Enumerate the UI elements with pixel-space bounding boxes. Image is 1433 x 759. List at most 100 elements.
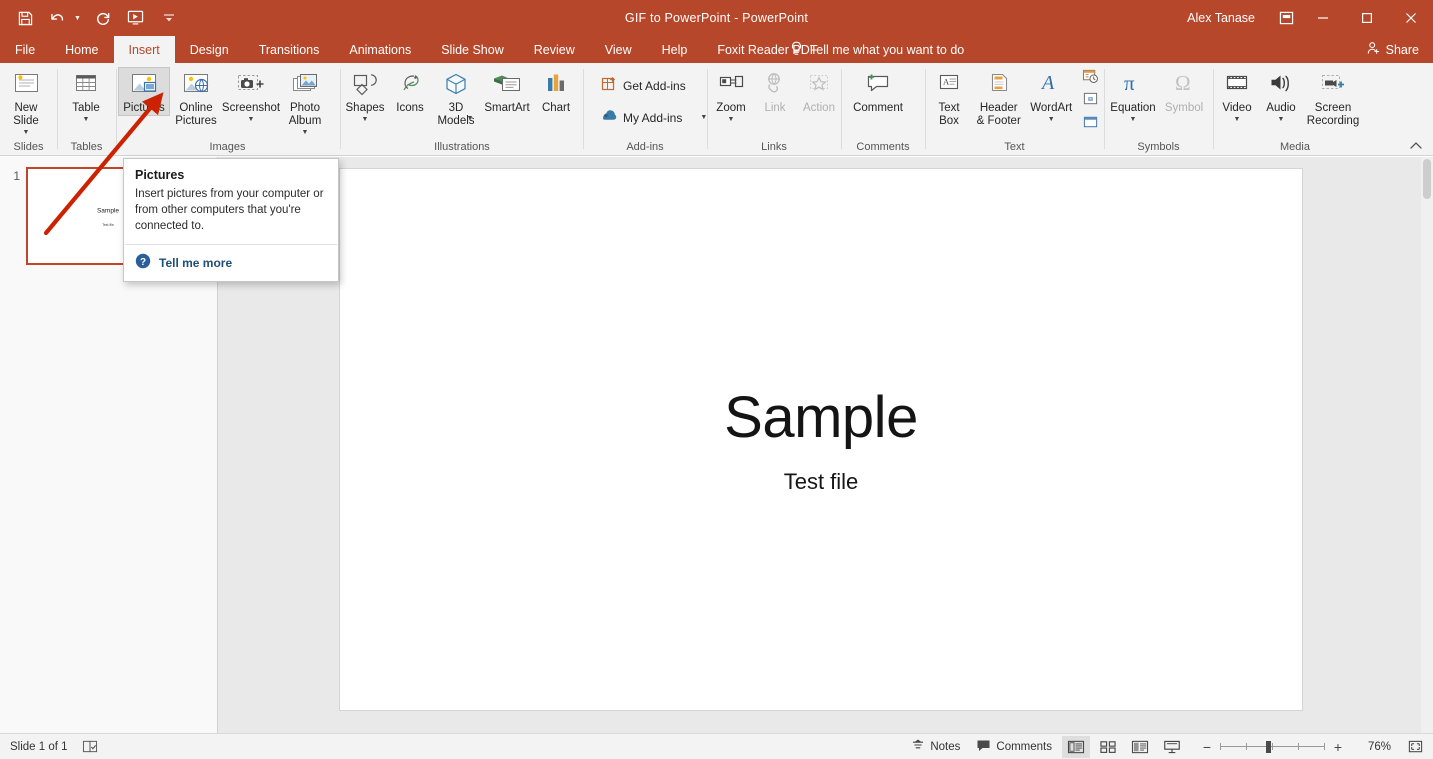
video-button[interactable]: Video ▼: [1215, 67, 1259, 124]
slide-sorter-view-button[interactable]: [1094, 736, 1122, 758]
tab-insert[interactable]: Insert: [113, 36, 175, 63]
group-label-comments: Comments: [856, 141, 910, 153]
accessibility-checker-icon[interactable]: [82, 739, 98, 754]
account-name[interactable]: Alex Tanase: [1187, 11, 1255, 25]
pictures-button[interactable]: Pictures: [118, 67, 170, 116]
tell-me-more-label: Tell me more: [159, 255, 233, 270]
restore-button[interactable]: [1345, 0, 1389, 36]
date-time-button[interactable]: [1078, 65, 1102, 87]
zoom-level-label[interactable]: 76%: [1357, 741, 1391, 753]
shapes-button[interactable]: Shapes ▼: [342, 67, 388, 124]
notes-button[interactable]: Notes: [903, 737, 968, 757]
powerpoint-window: ▼ GIF to PowerPoint - PowerPoint Alex Ta…: [0, 0, 1433, 759]
ribbon-group-images: Pictures Online Pictures Screenshot ▼ Ph…: [118, 63, 337, 156]
zoom-tick: [1246, 742, 1247, 750]
ribbon-group-symbols: π Equation ▼ Ω Symbol Symbols: [1106, 63, 1211, 156]
action-button[interactable]: Action: [797, 67, 841, 116]
tell-me-search[interactable]: Tell me what you want to do: [790, 36, 964, 63]
slide-subtitle-placeholder[interactable]: Test file: [340, 469, 1302, 495]
zoom-button[interactable]: Zoom ▼: [709, 67, 753, 124]
table-button[interactable]: Table ▼: [64, 67, 108, 124]
tab-animations[interactable]: Animations: [334, 36, 426, 63]
group-label-tables: Tables: [70, 141, 103, 153]
wordart-button[interactable]: A WordArt ▼: [1026, 67, 1076, 124]
group-separator: [1104, 69, 1105, 149]
tab-transitions[interactable]: Transitions: [244, 36, 335, 63]
start-from-beginning-icon[interactable]: [125, 7, 147, 29]
redo-icon[interactable]: [92, 7, 114, 29]
video-icon: [1222, 70, 1252, 100]
3d-models-button[interactable]: 3D Models ▼: [432, 67, 480, 127]
zoom-slider-handle[interactable]: [1266, 740, 1271, 753]
object-button[interactable]: [1078, 111, 1102, 133]
ribbon-group-slides: New Slide ▼ Slides: [0, 63, 57, 156]
tab-view[interactable]: View: [590, 36, 647, 63]
chevron-down-icon[interactable]: ▼: [1234, 116, 1241, 123]
chevron-down-icon[interactable]: ▼: [248, 116, 255, 123]
zoom-out-button[interactable]: −: [1198, 738, 1216, 756]
customize-qat-icon[interactable]: [158, 7, 180, 29]
scrollbar-thumb[interactable]: [1423, 159, 1431, 199]
slide-title-placeholder[interactable]: Sample: [340, 384, 1302, 451]
screen-recording-label: Screen Recording: [1306, 102, 1360, 127]
chevron-down-icon[interactable]: ▼: [1048, 116, 1055, 123]
ribbon-group-tables: Table ▼ Tables: [58, 63, 115, 156]
screen-recording-button[interactable]: Screen Recording: [1303, 67, 1363, 129]
collapse-ribbon-button[interactable]: [1407, 137, 1425, 153]
my-addins-button[interactable]: My Add-ins ▼: [595, 105, 713, 130]
comment-button[interactable]: Comment: [843, 67, 913, 116]
group-label-images: Images: [209, 141, 246, 153]
chevron-down-icon[interactable]: ▼: [302, 129, 309, 136]
chevron-down-icon[interactable]: ▼: [1278, 116, 1285, 123]
tell-me-more-link[interactable]: ? Tell me more: [124, 245, 338, 281]
tab-file[interactable]: File: [0, 36, 50, 63]
minimize-button[interactable]: [1301, 0, 1345, 36]
photo-album-button[interactable]: Photo Album ▼: [280, 67, 330, 137]
slide-number-button[interactable]: [1078, 88, 1102, 110]
normal-view-button[interactable]: [1062, 735, 1090, 758]
tab-slide-show[interactable]: Slide Show: [426, 36, 519, 63]
group-separator: [707, 69, 708, 149]
tab-design[interactable]: Design: [175, 36, 244, 63]
chart-button[interactable]: Chart: [534, 67, 578, 116]
chevron-down-icon[interactable]: ▼: [728, 116, 735, 123]
shapes-label: Shapes: [345, 102, 385, 114]
symbol-button[interactable]: Ω Symbol: [1160, 67, 1208, 116]
screenshot-button[interactable]: Screenshot ▼: [222, 67, 280, 124]
tab-review[interactable]: Review: [519, 36, 590, 63]
icons-button[interactable]: Icons: [388, 67, 432, 116]
header-footer-button[interactable]: Header & Footer: [971, 67, 1026, 129]
zoom-tick: [1220, 742, 1221, 750]
slide-editing-surface[interactable]: Sample Test file: [340, 169, 1302, 710]
text-box-button[interactable]: A Text Box: [927, 67, 971, 129]
reading-view-button[interactable]: [1126, 736, 1154, 758]
fit-slide-to-window-button[interactable]: [1403, 737, 1427, 757]
get-addins-button[interactable]: Get Add-ins: [595, 73, 692, 98]
chevron-down-icon[interactable]: ▼: [362, 116, 369, 123]
vertical-scrollbar[interactable]: [1421, 157, 1433, 733]
chevron-down-icon[interactable]: ▼: [467, 115, 474, 122]
close-button[interactable]: [1389, 0, 1433, 36]
undo-icon[interactable]: [47, 7, 69, 29]
smartart-button[interactable]: SmartArt: [480, 67, 534, 116]
audio-button[interactable]: Audio ▼: [1259, 67, 1303, 124]
slide-show-view-button[interactable]: [1158, 736, 1186, 758]
save-icon[interactable]: [14, 7, 36, 29]
zoom-slider[interactable]: [1220, 740, 1325, 754]
chevron-down-icon[interactable]: ▼: [23, 129, 30, 136]
undo-dropdown-caret[interactable]: ▼: [74, 15, 81, 22]
online-pictures-button[interactable]: Online Pictures: [170, 67, 222, 129]
ribbon-display-options-icon[interactable]: [1271, 0, 1301, 36]
comments-button[interactable]: Comments: [968, 737, 1060, 757]
zoom-in-button[interactable]: +: [1329, 738, 1347, 756]
equation-button[interactable]: π Equation ▼: [1106, 67, 1160, 124]
tab-help[interactable]: Help: [647, 36, 703, 63]
zoom-tick: [1272, 742, 1273, 750]
share-person-icon: [1367, 41, 1381, 58]
chevron-down-icon[interactable]: ▼: [83, 116, 90, 123]
chevron-down-icon[interactable]: ▼: [1130, 116, 1137, 123]
tab-home[interactable]: Home: [50, 36, 113, 63]
link-button[interactable]: Link: [753, 67, 797, 116]
share-button[interactable]: Share: [1367, 36, 1419, 63]
new-slide-button[interactable]: New Slide ▼: [4, 67, 48, 137]
